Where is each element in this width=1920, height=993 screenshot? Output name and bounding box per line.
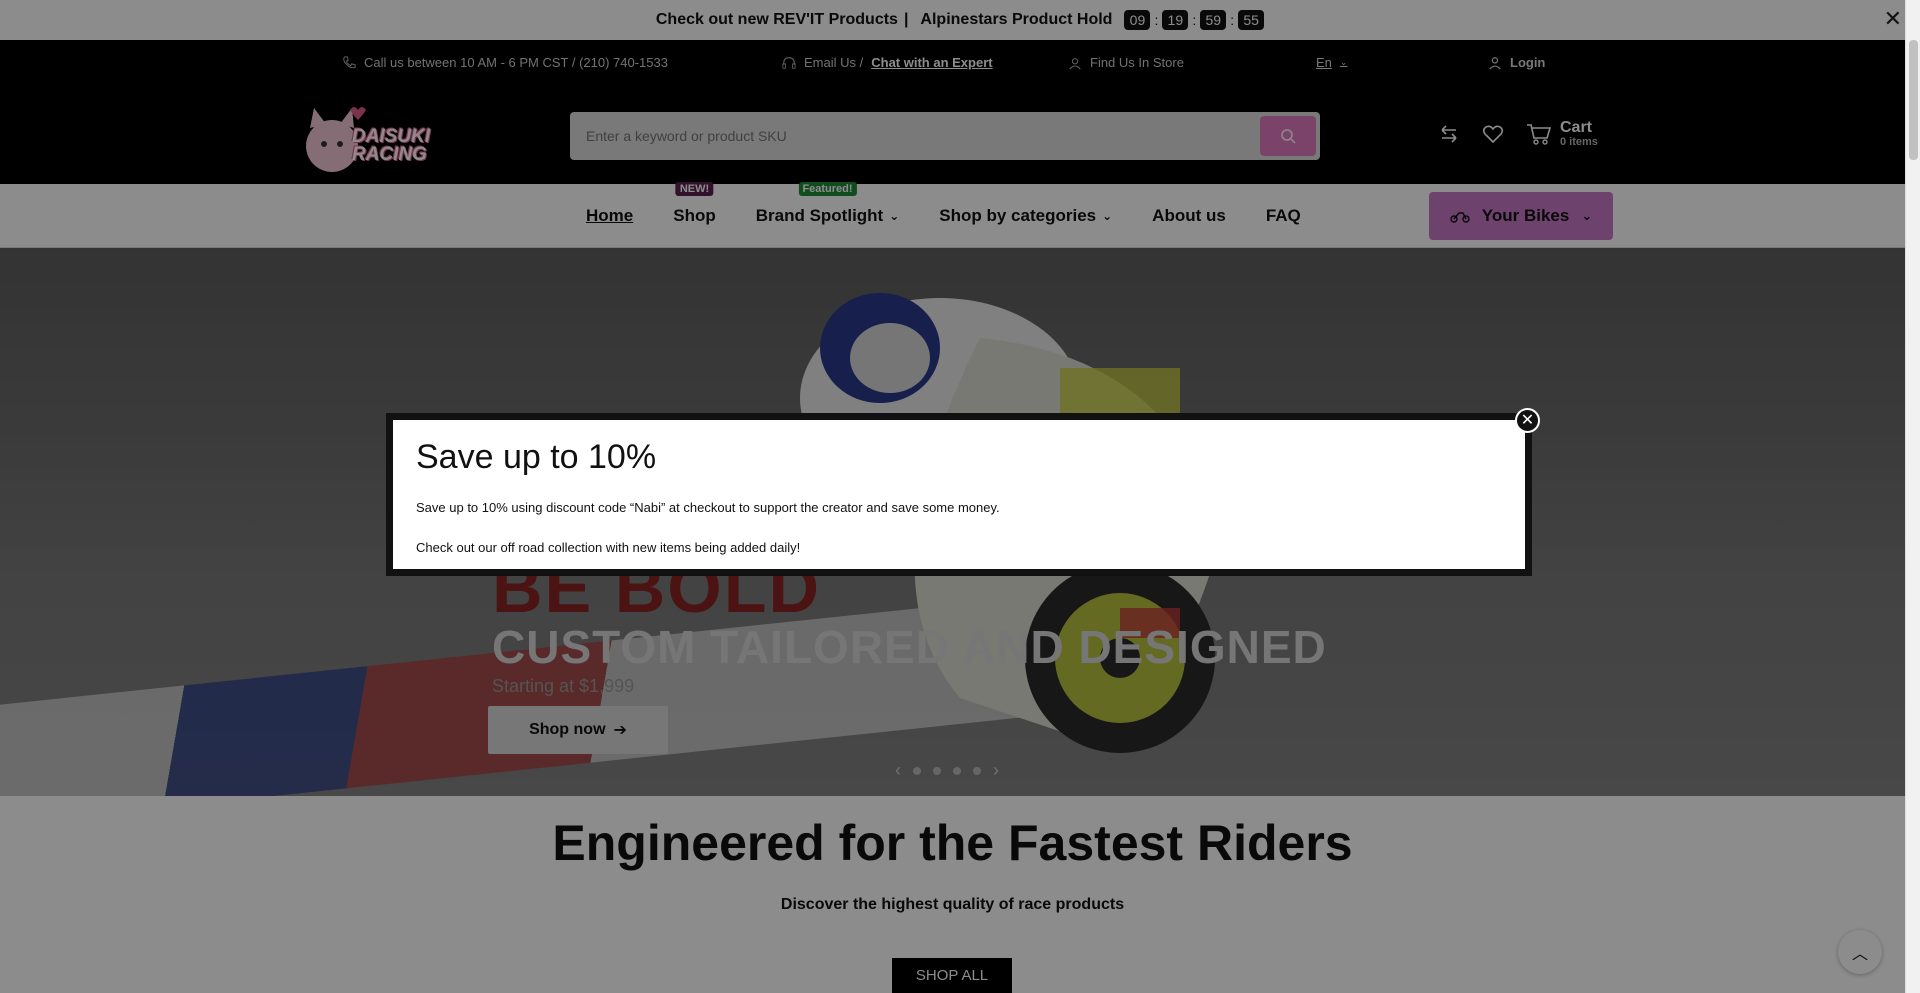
scrollbar-thumb[interactable] (1909, 40, 1918, 160)
page-scrollbar[interactable] (1905, 0, 1920, 993)
modal-close-button[interactable]: ✕ (1515, 408, 1540, 433)
modal-line-2: Check out our off road collection with n… (416, 540, 801, 555)
modal-title: Save up to 10% (416, 438, 657, 476)
close-icon: ✕ (1520, 411, 1535, 429)
discount-modal: Save up to 10% Save up to 10% using disc… (386, 413, 1532, 576)
modal-line-1: Save up to 10% using discount code “Nabi… (416, 500, 1000, 515)
